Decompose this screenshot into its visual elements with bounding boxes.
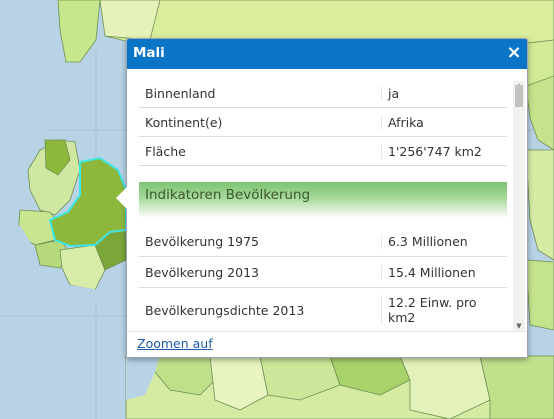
indicator-key: Bevölkerungsdichte 2013 bbox=[145, 302, 305, 318]
attribute-value: Afrika bbox=[381, 114, 507, 130]
country-region[interactable] bbox=[99, 0, 161, 41]
info-popup: Mali × Binnenland ja Kontinent(e) Afrika… bbox=[116, 38, 528, 358]
popup-pointer bbox=[116, 187, 127, 209]
popup-body: Binnenland ja Kontinent(e) Afrika Fläche… bbox=[127, 69, 527, 332]
attribute-key: Binnenland bbox=[145, 85, 216, 101]
indicator-key: Bevölkerung 1975 bbox=[145, 233, 259, 249]
scrollbar-thumb[interactable] bbox=[515, 85, 523, 107]
attribute-key: Kontinent(e) bbox=[145, 114, 223, 130]
indicator-row: Bevölkerung 1975 6.3 Millionen bbox=[139, 226, 507, 257]
indicator-row: Bevölkerung 2013 15.4 Millionen bbox=[139, 257, 507, 288]
popup-title: Mali bbox=[133, 45, 165, 61]
attribute-value: ja bbox=[381, 85, 507, 101]
popup-scroll-content: Binnenland ja Kontinent(e) Afrika Fläche… bbox=[139, 79, 507, 332]
attribute-row: Kontinent(e) Afrika bbox=[139, 108, 507, 137]
indicator-key: Bevölkerung 2013 bbox=[145, 264, 259, 280]
attribute-key: Fläche bbox=[145, 143, 186, 159]
popup-scrollbar[interactable]: ▲ ▼ bbox=[513, 81, 525, 331]
indicator-row: Bevölkerungsdichte 2013 12.2 Einw. pro k… bbox=[139, 288, 507, 332]
close-icon[interactable]: × bbox=[505, 42, 523, 64]
indicator-value: 15.4 Millionen bbox=[381, 264, 507, 280]
attribute-row: Binnenland ja bbox=[139, 79, 507, 108]
popup-footer: Zoomen auf bbox=[127, 331, 527, 357]
attribute-row: Fläche 1'256'747 km2 bbox=[139, 137, 507, 166]
indicator-value: 12.2 Einw. pro km2 bbox=[381, 295, 507, 325]
country-region[interactable] bbox=[525, 259, 554, 331]
indicator-value: 6.3 Millionen bbox=[381, 233, 507, 249]
section-header: Indikatoren Bevölkerung bbox=[139, 182, 507, 218]
zoom-to-link[interactable]: Zoomen auf bbox=[137, 336, 213, 351]
triangle-down-icon[interactable]: ▼ bbox=[513, 321, 525, 331]
popup-header: Mali × bbox=[127, 39, 527, 69]
attribute-value: 1'256'747 km2 bbox=[381, 143, 507, 159]
country-region[interactable] bbox=[479, 355, 554, 419]
